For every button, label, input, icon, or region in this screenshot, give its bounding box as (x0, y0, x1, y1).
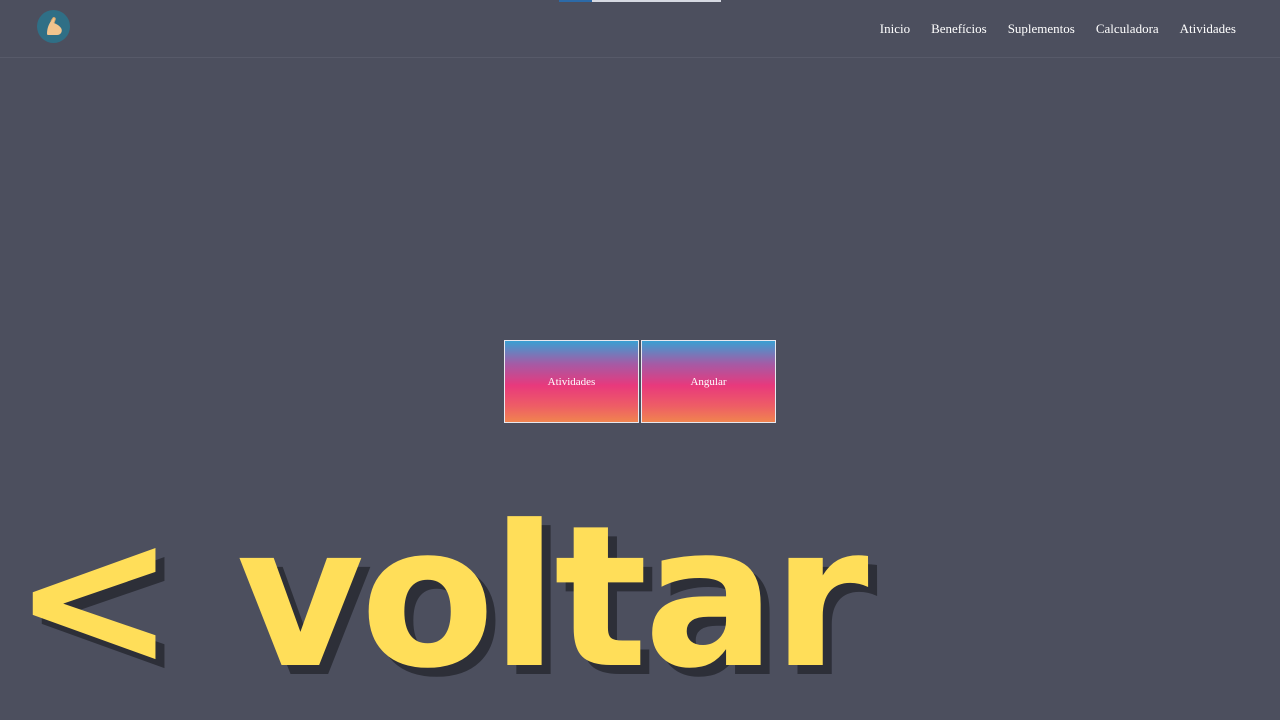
flexed-arm-icon-graphic (47, 17, 62, 35)
main-nav: Inicio Benefícios Suplementos Calculador… (880, 20, 1236, 37)
nav-item-beneficios[interactable]: Benefícios (931, 20, 987, 37)
nav-item-atividades[interactable]: Atividades (1180, 20, 1236, 37)
card-atividades[interactable]: Atividades (504, 340, 639, 423)
nav-item-calculadora[interactable]: Calculadora (1096, 20, 1159, 37)
navbar: Inicio Benefícios Suplementos Calculador… (0, 0, 1280, 58)
card-row: Atividades Angular (504, 340, 776, 423)
card-angular[interactable]: Angular (641, 340, 776, 423)
flexed-arm-icon[interactable] (37, 10, 70, 43)
nav-item-suplementos[interactable]: Suplementos (1008, 20, 1075, 37)
back-link[interactable]: < voltar (12, 500, 869, 696)
nav-item-inicio[interactable]: Inicio (880, 20, 910, 37)
